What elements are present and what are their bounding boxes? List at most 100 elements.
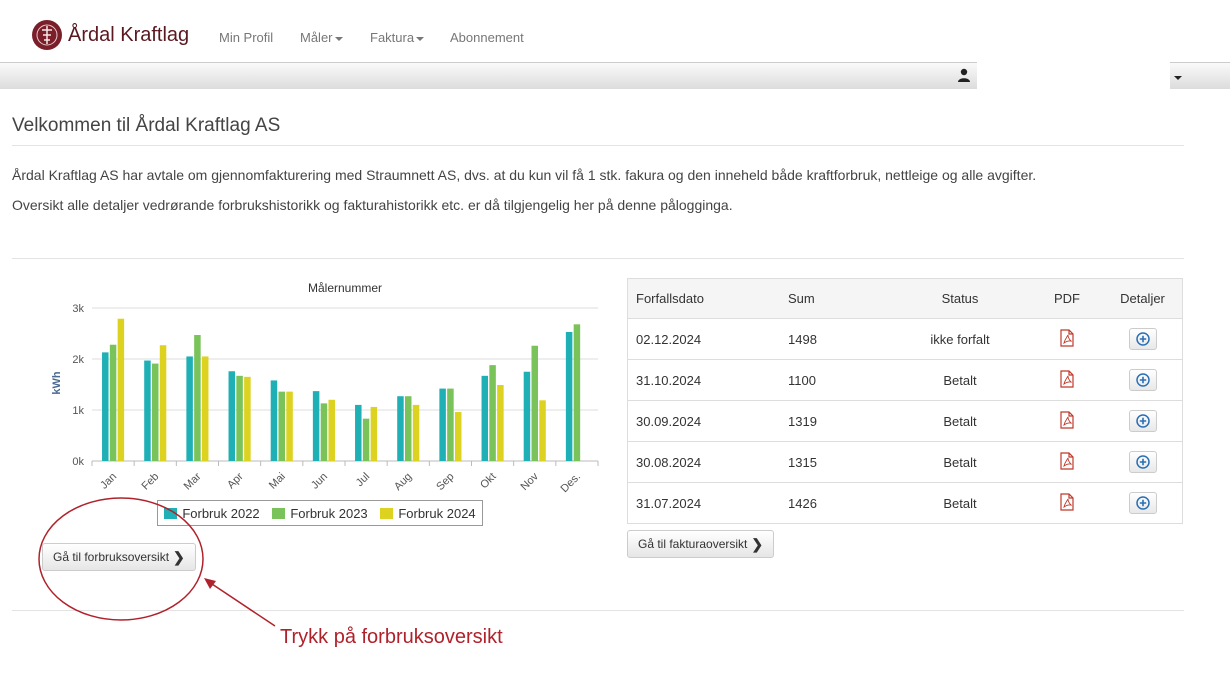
user-toolbar [0, 62, 977, 89]
bar-forbruk-2023-aug[interactable] [405, 396, 412, 461]
invoice-sum: 1319 [787, 400, 889, 442]
bar-forbruk-2023-okt[interactable] [489, 365, 496, 461]
nav-label: Abonnement [450, 30, 524, 45]
bar-forbruk-2022-sep[interactable] [439, 388, 446, 461]
table-row: 30.08.2024 1315 Betalt [627, 441, 1183, 483]
caret-down-icon [416, 36, 425, 41]
nav-maler[interactable]: Måler [300, 30, 343, 45]
bar-forbruk-2022-okt[interactable] [481, 375, 489, 461]
bar-forbruk-2023-mai[interactable] [278, 391, 286, 461]
pdf-icon[interactable] [1059, 328, 1075, 350]
bar-forbruk-2024-sep[interactable] [454, 412, 462, 461]
chart-title: Målernummer [308, 281, 382, 295]
invoice-sum: 1498 [787, 318, 889, 360]
x-tick-label: Okt [478, 471, 499, 492]
pdf-icon[interactable] [1059, 410, 1075, 432]
nav-abonnement[interactable]: Abonnement [450, 30, 524, 45]
legend-item-2022[interactable]: Forbruk 2022 [164, 505, 260, 521]
bar-forbruk-2022-jul[interactable] [355, 404, 362, 461]
x-tick-label: Feb [139, 471, 161, 493]
bar-forbruk-2024-nov[interactable] [539, 400, 546, 461]
x-tick-label: Jul [354, 471, 372, 489]
invoice-sum: 1315 [787, 441, 889, 483]
plus-circle-icon [1135, 373, 1150, 390]
bar-forbruk-2024-aug[interactable] [412, 404, 420, 461]
plus-circle-icon [1135, 414, 1150, 431]
invoice-status: Betalt [889, 441, 1031, 483]
bar-forbruk-2024-apr[interactable] [244, 376, 251, 461]
pdf-icon[interactable] [1059, 451, 1075, 473]
details-button[interactable] [1128, 328, 1157, 350]
bar-forbruk-2022-feb[interactable] [144, 360, 151, 461]
column-header: PDF [1031, 278, 1103, 319]
bar-forbruk-2023-nov[interactable] [531, 345, 539, 461]
y-axis-label: kWh [51, 371, 63, 395]
invoice-status: Betalt [889, 482, 1031, 524]
bar-forbruk-2023-des[interactable] [573, 324, 581, 461]
intro-text-2: Oversikt alle detaljer vedrørande forbru… [12, 197, 733, 213]
y-tick-label: 2k [72, 354, 84, 366]
divider [12, 610, 1184, 611]
legend-item-2023[interactable]: Forbruk 2023 [272, 506, 368, 521]
due-date: 30.09.2024 [627, 400, 787, 442]
pdf-icon[interactable] [1059, 492, 1075, 514]
invoice-sum: 1100 [787, 359, 889, 401]
table-row: 31.10.2024 1100 Betalt [627, 359, 1183, 401]
bar-forbruk-2022-jun[interactable] [312, 391, 320, 461]
divider [12, 258, 1184, 259]
details-button[interactable] [1128, 369, 1157, 391]
details-button[interactable] [1128, 451, 1157, 473]
consumption-overview-button[interactable]: Gå til forbruksoversikt ❯ [42, 543, 196, 571]
bar-forbruk-2022-jan[interactable] [102, 352, 109, 461]
bar-forbruk-2022-des[interactable] [565, 331, 573, 461]
chart-legend: Forbruk 2022 Forbruk 2023 Forbruk 2024 [157, 500, 483, 526]
chevron-right-icon: ❯ [751, 535, 764, 552]
bar-forbruk-2024-mar[interactable] [201, 356, 209, 461]
bar-forbruk-2024-feb[interactable] [159, 345, 167, 461]
bar-forbruk-2024-okt[interactable] [497, 385, 504, 461]
logo-icon [32, 20, 62, 50]
bar-forbruk-2022-mai[interactable] [270, 380, 278, 461]
table-header-row: Forfallsdato Sum Status PDF Detaljer [627, 278, 1183, 319]
chevron-down-icon[interactable] [1174, 76, 1182, 80]
intro-text-1: Årdal Kraftlag AS har avtale om gjennomf… [12, 167, 1037, 183]
legend-swatch [164, 507, 178, 519]
invoice-status: ikke forfalt [889, 318, 1031, 360]
x-tick-label: Des. [559, 471, 583, 495]
details-button[interactable] [1128, 410, 1157, 432]
bar-forbruk-2023-jan[interactable] [109, 344, 117, 461]
brand-logo[interactable]: Årdal Kraftlag [32, 20, 189, 50]
bar-forbruk-2023-feb[interactable] [152, 363, 159, 461]
user-icon[interactable] [957, 68, 971, 87]
bar-forbruk-2023-jul[interactable] [362, 418, 370, 461]
arrow-head [204, 578, 216, 589]
bar-forbruk-2023-apr[interactable] [236, 375, 243, 461]
pdf-icon[interactable] [1059, 369, 1075, 391]
nav-faktura[interactable]: Faktura [370, 30, 425, 45]
x-tick-label: Nov [519, 470, 542, 493]
bar-forbruk-2022-mar[interactable] [186, 356, 193, 461]
bar-forbruk-2024-jul[interactable] [370, 406, 378, 461]
legend-item-2024[interactable]: Forbruk 2024 [380, 506, 476, 521]
x-tick-label: Sep [434, 471, 456, 493]
invoice-table: Forfallsdato Sum Status PDF Detaljer 02.… [627, 278, 1183, 524]
invoice-overview-button[interactable]: Gå til fakturaoversikt ❯ [627, 530, 775, 558]
due-date: 02.12.2024 [627, 318, 787, 360]
x-tick-label: Apr [225, 470, 246, 491]
bar-forbruk-2024-jun[interactable] [328, 399, 335, 461]
legend-label: Forbruk 2022 [182, 505, 260, 521]
details-button[interactable] [1128, 492, 1157, 514]
nav-min-profil[interactable]: Min Profil [219, 30, 273, 45]
bar-forbruk-2023-sep[interactable] [447, 388, 454, 461]
bar-forbruk-2024-jan[interactable] [117, 318, 125, 461]
consumption-chart: Målernummer kWh 0k 1k 2k 3k Jan Feb Mar Apr Mai… [51, 281, 599, 495]
bar-forbruk-2022-aug[interactable] [397, 396, 404, 461]
bar-forbruk-2023-jun[interactable] [320, 403, 328, 461]
annotation-text: Trykk på forbruksoversikt [280, 626, 503, 648]
bar-forbruk-2024-mai[interactable] [286, 391, 293, 461]
table-row: 31.07.2024 1426 Betalt [627, 482, 1183, 524]
bar-forbruk-2022-apr[interactable] [228, 371, 236, 461]
bar-forbruk-2023-mar[interactable] [194, 335, 201, 461]
bar-forbruk-2022-nov[interactable] [523, 371, 531, 461]
plus-circle-icon [1135, 455, 1150, 472]
